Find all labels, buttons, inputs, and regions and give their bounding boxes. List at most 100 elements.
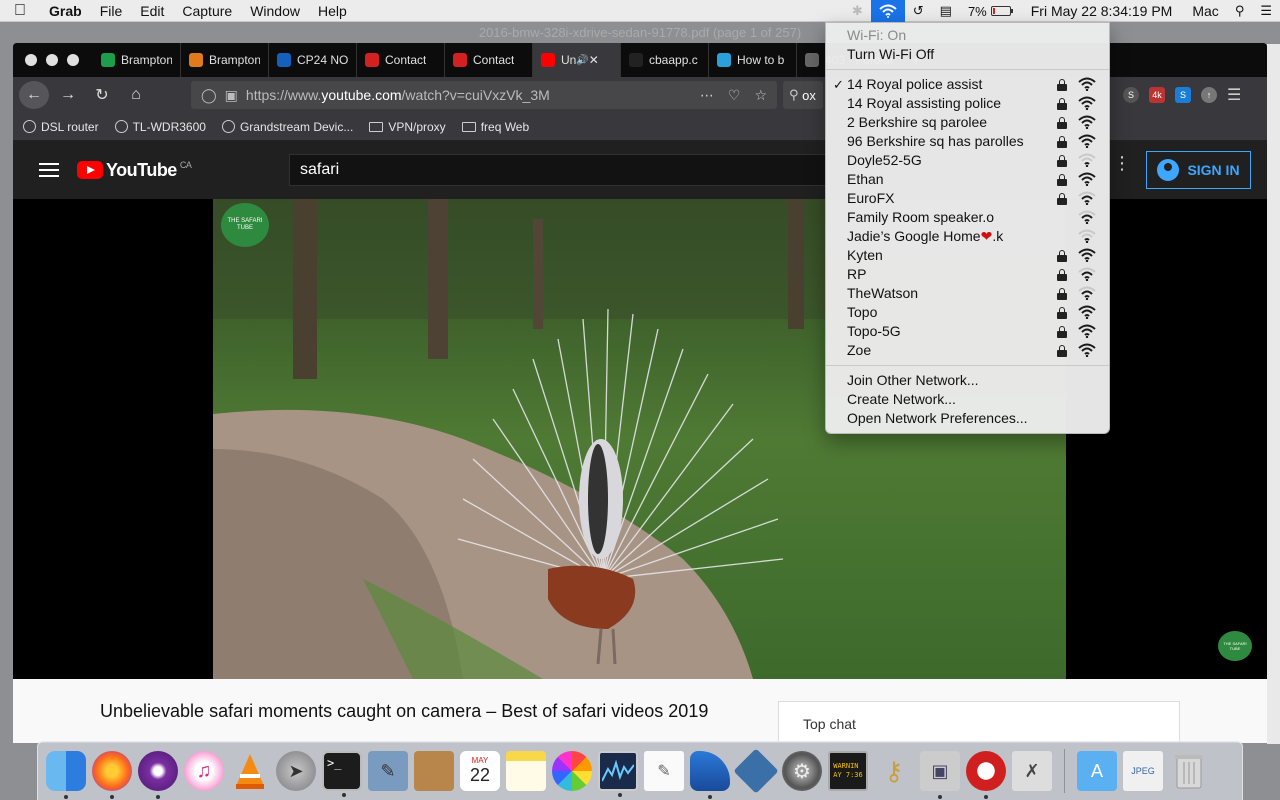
- tab-close-icon[interactable]: ✕: [589, 53, 599, 67]
- image-capture-icon[interactable]: ▣: [920, 751, 960, 799]
- itunes-icon[interactable]: ♫: [184, 751, 224, 791]
- bluetooth-icon[interactable]: ✱: [844, 0, 871, 22]
- tab-4[interactable]: Contact: [445, 43, 533, 77]
- utilities-icon[interactable]: ✗: [1012, 751, 1052, 791]
- spotlight-icon[interactable]: ⚲: [1227, 0, 1253, 22]
- menu-capture[interactable]: Capture: [173, 3, 241, 19]
- bookmark-star-icon[interactable]: ☆: [754, 87, 767, 104]
- menu-help[interactable]: Help: [309, 3, 356, 19]
- app-menu-icon[interactable]: ☰: [1227, 85, 1241, 105]
- apple-menu-icon[interactable]: : [0, 2, 40, 20]
- wifi-network-item[interactable]: Topo: [826, 303, 1109, 322]
- launchpad-icon[interactable]: ➤: [276, 751, 316, 791]
- finder-icon[interactable]: [46, 751, 86, 799]
- wifi-network-item[interactable]: Ethan: [826, 170, 1109, 189]
- pocket-icon[interactable]: ♡: [728, 87, 741, 104]
- guide-menu-icon[interactable]: [39, 163, 59, 177]
- url-bar[interactable]: ◯ ▣ https://www. youtube.com/watch?v=cuiV…: [191, 81, 777, 109]
- shield-icon[interactable]: ◯: [201, 87, 217, 104]
- wifi-network-item[interactable]: Topo-5G: [826, 322, 1109, 341]
- sign-in-button[interactable]: SIGN IN: [1146, 151, 1251, 189]
- tab-2[interactable]: CP24 NO: [269, 43, 357, 77]
- home-icon[interactable]: ⌂: [121, 81, 151, 109]
- wifi-network-item[interactable]: Kyten: [826, 246, 1109, 265]
- menu-file[interactable]: File: [91, 3, 132, 19]
- skype-icon[interactable]: S: [1175, 87, 1191, 103]
- youtube-search-input[interactable]: safari: [289, 154, 829, 186]
- battery-status[interactable]: 7%: [960, 0, 1019, 22]
- system-preferences-icon[interactable]: ⚙: [782, 751, 822, 791]
- wifi-network-item[interactable]: EuroFX: [826, 189, 1109, 208]
- wifi-network-item[interactable]: RP: [826, 265, 1109, 284]
- sync-icon[interactable]: S: [1123, 87, 1139, 103]
- app-menu[interactable]: Grab: [40, 3, 91, 19]
- menu-window[interactable]: Window: [241, 3, 309, 19]
- wifi-network-item[interactable]: Zoe: [826, 341, 1109, 360]
- tab-3[interactable]: Contact: [357, 43, 445, 77]
- terminal-icon[interactable]: >_: [322, 751, 362, 797]
- bookmark-4[interactable]: freq Web: [461, 120, 529, 134]
- extension-icon[interactable]: ↑: [1201, 87, 1217, 103]
- clock[interactable]: Fri May 22 8:34:19 PM: [1019, 0, 1185, 22]
- textedit-icon[interactable]: ✎: [644, 751, 684, 791]
- applications-folder-icon[interactable]: A: [1077, 751, 1117, 791]
- tab-7[interactable]: How to b: [709, 43, 797, 77]
- calendar-icon[interactable]: MAY 22: [460, 751, 500, 791]
- firefox-icon[interactable]: [92, 751, 132, 799]
- wireshark-icon[interactable]: [690, 751, 730, 799]
- wifi-status-icon[interactable]: [870, 0, 905, 22]
- bookmark-1[interactable]: TL-WDR3600: [114, 120, 206, 134]
- tab-1[interactable]: Brampton: [181, 43, 269, 77]
- tor-browser-icon[interactable]: [138, 751, 178, 799]
- more-options-icon[interactable]: ⋮: [1113, 154, 1131, 172]
- notes-icon[interactable]: [506, 751, 546, 791]
- bookmark-2[interactable]: Grandstream Devic...: [221, 120, 353, 134]
- memory-monitor-icon[interactable]: ▤: [932, 0, 960, 22]
- back-button[interactable]: ←: [19, 81, 49, 109]
- time-machine-icon[interactable]: ↺: [905, 0, 932, 22]
- tab-0[interactable]: Brampton: [93, 43, 181, 77]
- photos-icon[interactable]: [552, 751, 592, 791]
- tab-5[interactable]: Un 🔊 ✕: [533, 43, 621, 77]
- trash-icon[interactable]: [1169, 751, 1209, 791]
- console-icon[interactable]: WARNIN AY 7:36: [828, 751, 868, 791]
- create-network-item[interactable]: Create Network...: [826, 390, 1109, 409]
- video-downloader-icon[interactable]: 4k: [1149, 87, 1165, 103]
- turn-wifi-off-item[interactable]: Turn Wi-Fi Off: [826, 45, 1109, 64]
- close-window-button[interactable]: [25, 54, 37, 66]
- wifi-network-item[interactable]: 96 Berkshire sq has parolles: [826, 132, 1109, 151]
- top-chat-panel[interactable]: Top chat: [778, 701, 1180, 743]
- notification-center-icon[interactable]: ☰: [1252, 0, 1280, 22]
- page-actions-icon[interactable]: ⋯: [700, 87, 714, 104]
- search-bar[interactable]: ⚲ ox: [783, 81, 823, 109]
- notebook-icon[interactable]: [414, 751, 454, 791]
- wifi-network-item[interactable]: Family Room speaker.o: [826, 208, 1109, 227]
- wifi-network-item[interactable]: ✓ 14 Royal police assist: [826, 75, 1109, 94]
- reload-button[interactable]: ↻: [87, 81, 117, 109]
- bookmark-3[interactable]: VPN/proxy: [369, 120, 446, 134]
- preview-icon[interactable]: ✎: [368, 751, 408, 791]
- downloads-stack-icon[interactable]: JPEG: [1123, 751, 1163, 791]
- join-other-network-item[interactable]: Join Other Network...: [826, 371, 1109, 390]
- zoom-window-button[interactable]: [67, 54, 79, 66]
- tab-6[interactable]: cbaapp.c: [621, 43, 709, 77]
- bookmark-0[interactable]: DSL router: [23, 120, 99, 134]
- wifi-network-item[interactable]: TheWatson: [826, 284, 1109, 303]
- wifi-network-item[interactable]: Doyle52-5G: [826, 151, 1109, 170]
- activity-monitor-icon[interactable]: [598, 751, 638, 797]
- tab-audio-icon[interactable]: 🔊: [576, 55, 588, 66]
- vlc-icon[interactable]: [230, 751, 270, 791]
- youtube-logo[interactable]: YouTube CA: [77, 160, 192, 181]
- menu-edit[interactable]: Edit: [131, 3, 173, 19]
- open-network-preferences-item[interactable]: Open Network Preferences...: [826, 409, 1109, 428]
- minimize-window-button[interactable]: [46, 54, 58, 66]
- wifi-network-item[interactable]: 2 Berkshire sq parolee: [826, 113, 1109, 132]
- wifi-network-item[interactable]: Jadie’s Google Home❤.k: [826, 227, 1109, 246]
- wifi-network-item[interactable]: 14 Royal assisting police: [826, 94, 1109, 113]
- virtualbox-icon[interactable]: [733, 748, 779, 794]
- keychain-icon[interactable]: ⚷: [874, 751, 914, 791]
- lock-icon[interactable]: ▣: [225, 87, 238, 104]
- grab-icon[interactable]: [966, 751, 1006, 799]
- user-menu[interactable]: Mac: [1184, 0, 1226, 22]
- forward-button[interactable]: →: [53, 81, 83, 109]
